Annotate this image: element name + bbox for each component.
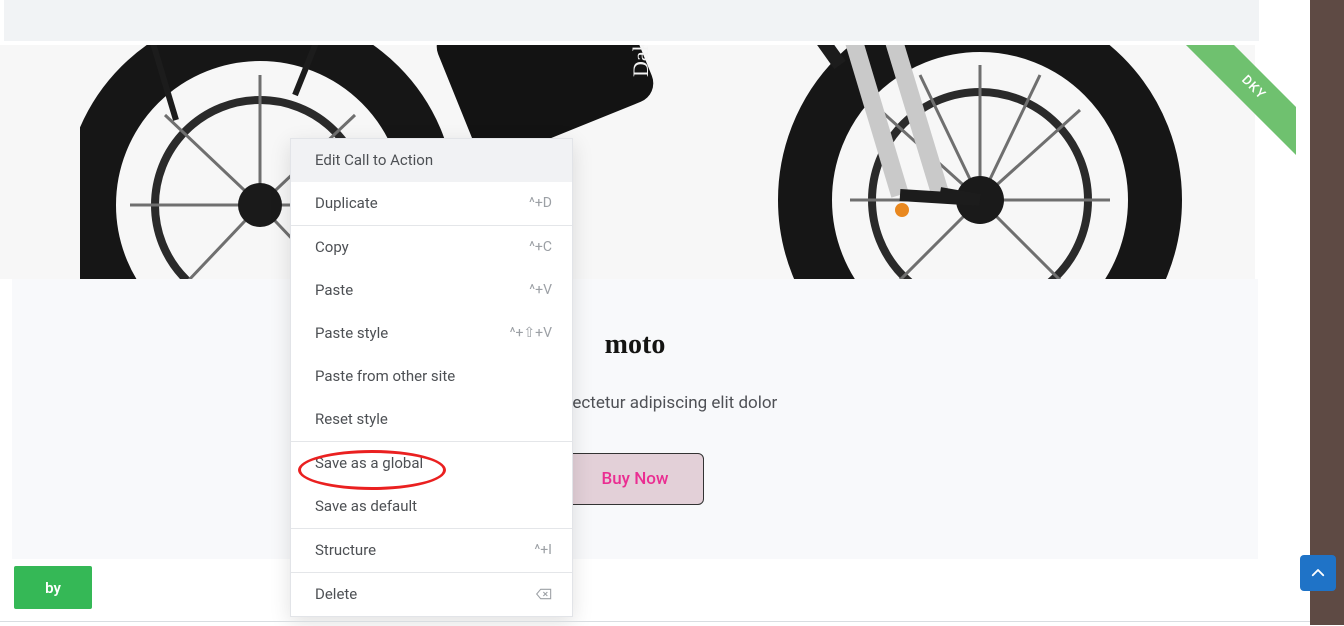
ribbon-label: DKY bbox=[1181, 45, 1296, 160]
menu-paste-style[interactable]: Paste style ^+⇧+V bbox=[291, 312, 572, 355]
frame-brand-text: Dakeya bbox=[628, 45, 653, 77]
bike-illustration: Dakeya bbox=[80, 45, 1200, 279]
menu-label: Paste from other site bbox=[315, 367, 455, 385]
menu-paste-other-site[interactable]: Paste from other site bbox=[291, 355, 572, 398]
menu-label: Duplicate bbox=[315, 194, 378, 212]
menu-duplicate[interactable]: Duplicate ^+D bbox=[291, 182, 572, 225]
menu-paste[interactable]: Paste ^+V bbox=[291, 269, 572, 312]
menu-label: Save as a global bbox=[315, 454, 423, 472]
menu-copy[interactable]: Copy ^+C bbox=[291, 225, 572, 269]
menu-label: Edit Call to Action bbox=[315, 151, 433, 169]
menu-save-default[interactable]: Save as default bbox=[291, 485, 572, 528]
menu-delete[interactable]: Delete bbox=[291, 572, 572, 616]
corner-ribbon: DKY bbox=[1181, 45, 1296, 160]
bottom-divider bbox=[0, 621, 1310, 622]
menu-label: Paste style bbox=[315, 324, 388, 342]
top-empty-panel bbox=[4, 0, 1259, 41]
menu-reset-style[interactable]: Reset style bbox=[291, 398, 572, 441]
menu-label: Reset style bbox=[315, 410, 388, 428]
cta-title: moto bbox=[12, 329, 1258, 361]
menu-shortcut: ^+V bbox=[529, 282, 552, 298]
delete-backspace-icon bbox=[536, 587, 552, 601]
cta-subtitle: amet consectetur adipiscing elit dolor bbox=[12, 393, 1258, 413]
floating-by-button[interactable]: by bbox=[14, 566, 92, 609]
bottom-spacer bbox=[0, 559, 1258, 617]
menu-save-global[interactable]: Save as a global bbox=[291, 441, 572, 485]
menu-shortcut: ^+I bbox=[534, 542, 552, 558]
menu-label: Delete bbox=[315, 585, 357, 603]
cta-card[interactable]: moto amet consectetur adipiscing elit do… bbox=[12, 279, 1258, 559]
buy-now-button[interactable]: Buy Now bbox=[566, 453, 703, 505]
menu-shortcut: ^+C bbox=[529, 239, 552, 255]
menu-structure[interactable]: Structure ^+I bbox=[291, 528, 572, 572]
scroll-to-top-button[interactable] bbox=[1300, 555, 1336, 591]
right-dark-panel bbox=[1310, 0, 1344, 625]
menu-label: Save as default bbox=[315, 497, 417, 515]
menu-label: Copy bbox=[315, 238, 349, 256]
menu-shortcut: ^+D bbox=[529, 195, 552, 211]
menu-label: Paste bbox=[315, 281, 353, 299]
menu-label: Structure bbox=[315, 541, 376, 559]
menu-edit-cta[interactable]: Edit Call to Action bbox=[291, 139, 572, 182]
context-menu: Edit Call to Action Duplicate ^+D Copy ^… bbox=[290, 138, 573, 617]
hero-bike-image: Dakeya bbox=[0, 45, 1255, 279]
chevron-up-icon bbox=[1309, 564, 1327, 582]
menu-shortcut: ^+⇧+V bbox=[510, 325, 552, 341]
